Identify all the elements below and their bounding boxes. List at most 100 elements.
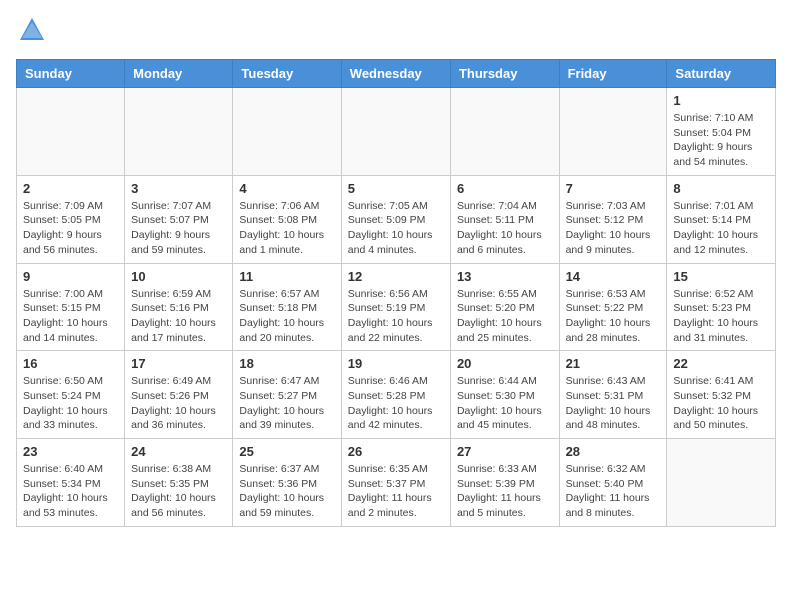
calendar-cell: [17, 88, 125, 176]
day-number: 1: [673, 93, 769, 108]
calendar-header-sunday: Sunday: [17, 60, 125, 88]
calendar-cell: 28 Sunrise: 6:32 AM Sunset: 5:40 PM Dayli…: [559, 439, 667, 527]
calendar-table: SundayMondayTuesdayWednesdayThursdayFrid…: [16, 59, 776, 527]
calendar-cell: 2Sunrise: 7:09 AM Sunset: 5:05 PM Daylig…: [17, 175, 125, 263]
day-number: 19: [348, 356, 444, 371]
calendar-week-4: 16 Sunrise: 6:50 AM Sunset: 5:24 PM Dayli…: [17, 351, 776, 439]
day-number: 15: [673, 269, 769, 284]
day-number: 21: [566, 356, 661, 371]
calendar-cell: 16 Sunrise: 6:50 AM Sunset: 5:24 PM Dayli…: [17, 351, 125, 439]
calendar-cell: 3Sunrise: 7:07 AM Sunset: 5:07 PM Daylig…: [125, 175, 233, 263]
calendar-cell: 1 Sunrise: 7:10 AM Sunset: 5:04 PM Daylig…: [667, 88, 776, 176]
day-number: 5: [348, 181, 444, 196]
day-number: 27: [457, 444, 553, 459]
calendar-cell: 8 Sunrise: 7:01 AM Sunset: 5:14 PM Daylig…: [667, 175, 776, 263]
day-number: 10: [131, 269, 226, 284]
day-number: 26: [348, 444, 444, 459]
calendar-cell: 25 Sunrise: 6:37 AM Sunset: 5:36 PM Dayli…: [233, 439, 341, 527]
day-info: Sunrise: 7:09 AM Sunset: 5:05 PM Dayligh…: [23, 199, 118, 258]
day-info: Sunrise: 6:46 AM Sunset: 5:28 PM Dayligh…: [348, 374, 444, 433]
day-number: 24: [131, 444, 226, 459]
calendar-header-thursday: Thursday: [450, 60, 559, 88]
calendar-header-saturday: Saturday: [667, 60, 776, 88]
calendar-cell: 27 Sunrise: 6:33 AM Sunset: 5:39 PM Dayli…: [450, 439, 559, 527]
calendar-cell: [125, 88, 233, 176]
calendar-cell: 23 Sunrise: 6:40 AM Sunset: 5:34 PM Dayli…: [17, 439, 125, 527]
day-info: Sunrise: 7:06 AM Sunset: 5:08 PM Dayligh…: [239, 199, 334, 258]
calendar-cell: 9Sunrise: 7:00 AM Sunset: 5:15 PM Daylig…: [17, 263, 125, 351]
calendar-cell: [341, 88, 450, 176]
day-info: Sunrise: 7:05 AM Sunset: 5:09 PM Dayligh…: [348, 199, 444, 258]
logo: [16, 16, 46, 49]
calendar-cell: 26 Sunrise: 6:35 AM Sunset: 5:37 PM Dayli…: [341, 439, 450, 527]
calendar-cell: [559, 88, 667, 176]
day-info: Sunrise: 6:44 AM Sunset: 5:30 PM Dayligh…: [457, 374, 553, 433]
calendar-cell: 7Sunrise: 7:03 AM Sunset: 5:12 PM Daylig…: [559, 175, 667, 263]
day-number: 16: [23, 356, 118, 371]
day-info: Sunrise: 7:07 AM Sunset: 5:07 PM Dayligh…: [131, 199, 226, 258]
calendar-header-friday: Friday: [559, 60, 667, 88]
day-info: Sunrise: 6:32 AM Sunset: 5:40 PM Dayligh…: [566, 462, 661, 521]
day-info: Sunrise: 6:33 AM Sunset: 5:39 PM Dayligh…: [457, 462, 553, 521]
calendar-cell: [667, 439, 776, 527]
calendar-header-monday: Monday: [125, 60, 233, 88]
calendar-header-wednesday: Wednesday: [341, 60, 450, 88]
day-number: 12: [348, 269, 444, 284]
day-number: 8: [673, 181, 769, 196]
day-number: 6: [457, 181, 553, 196]
calendar-header-row: SundayMondayTuesdayWednesdayThursdayFrid…: [17, 60, 776, 88]
calendar-cell: 6 Sunrise: 7:04 AM Sunset: 5:11 PM Daylig…: [450, 175, 559, 263]
calendar-cell: 4 Sunrise: 7:06 AM Sunset: 5:08 PM Daylig…: [233, 175, 341, 263]
day-info: Sunrise: 7:04 AM Sunset: 5:11 PM Dayligh…: [457, 199, 553, 258]
calendar-cell: 17 Sunrise: 6:49 AM Sunset: 5:26 PM Dayli…: [125, 351, 233, 439]
day-number: 11: [239, 269, 334, 284]
day-number: 25: [239, 444, 334, 459]
day-number: 22: [673, 356, 769, 371]
day-number: 18: [239, 356, 334, 371]
calendar-cell: 14 Sunrise: 6:53 AM Sunset: 5:22 PM Dayli…: [559, 263, 667, 351]
day-info: Sunrise: 6:43 AM Sunset: 5:31 PM Dayligh…: [566, 374, 661, 433]
calendar-cell: 22 Sunrise: 6:41 AM Sunset: 5:32 PM Dayli…: [667, 351, 776, 439]
day-info: Sunrise: 6:47 AM Sunset: 5:27 PM Dayligh…: [239, 374, 334, 433]
calendar-cell: 11 Sunrise: 6:57 AM Sunset: 5:18 PM Dayli…: [233, 263, 341, 351]
day-info: Sunrise: 7:03 AM Sunset: 5:12 PM Dayligh…: [566, 199, 661, 258]
calendar-cell: 13 Sunrise: 6:55 AM Sunset: 5:20 PM Dayli…: [450, 263, 559, 351]
page-header: [16, 16, 776, 49]
calendar-week-5: 23 Sunrise: 6:40 AM Sunset: 5:34 PM Dayli…: [17, 439, 776, 527]
day-info: Sunrise: 6:50 AM Sunset: 5:24 PM Dayligh…: [23, 374, 118, 433]
calendar-cell: 12Sunrise: 6:56 AM Sunset: 5:19 PM Dayli…: [341, 263, 450, 351]
day-info: Sunrise: 7:00 AM Sunset: 5:15 PM Dayligh…: [23, 287, 118, 346]
calendar-cell: 24 Sunrise: 6:38 AM Sunset: 5:35 PM Dayli…: [125, 439, 233, 527]
logo-text: [16, 16, 46, 49]
calendar-week-2: 2Sunrise: 7:09 AM Sunset: 5:05 PM Daylig…: [17, 175, 776, 263]
calendar-cell: [233, 88, 341, 176]
calendar-cell: 19 Sunrise: 6:46 AM Sunset: 5:28 PM Dayli…: [341, 351, 450, 439]
calendar-cell: 10 Sunrise: 6:59 AM Sunset: 5:16 PM Dayli…: [125, 263, 233, 351]
calendar-cell: [450, 88, 559, 176]
calendar-week-1: 1 Sunrise: 7:10 AM Sunset: 5:04 PM Daylig…: [17, 88, 776, 176]
calendar-cell: 15 Sunrise: 6:52 AM Sunset: 5:23 PM Dayli…: [667, 263, 776, 351]
day-info: Sunrise: 6:57 AM Sunset: 5:18 PM Dayligh…: [239, 287, 334, 346]
day-number: 17: [131, 356, 226, 371]
day-info: Sunrise: 6:49 AM Sunset: 5:26 PM Dayligh…: [131, 374, 226, 433]
day-info: Sunrise: 6:37 AM Sunset: 5:36 PM Dayligh…: [239, 462, 334, 521]
day-info: Sunrise: 7:10 AM Sunset: 5:04 PM Dayligh…: [673, 111, 769, 170]
day-info: Sunrise: 7:01 AM Sunset: 5:14 PM Dayligh…: [673, 199, 769, 258]
day-info: Sunrise: 6:59 AM Sunset: 5:16 PM Dayligh…: [131, 287, 226, 346]
day-info: Sunrise: 6:40 AM Sunset: 5:34 PM Dayligh…: [23, 462, 118, 521]
calendar-week-3: 9Sunrise: 7:00 AM Sunset: 5:15 PM Daylig…: [17, 263, 776, 351]
day-number: 28: [566, 444, 661, 459]
day-number: 13: [457, 269, 553, 284]
day-number: 23: [23, 444, 118, 459]
day-number: 4: [239, 181, 334, 196]
day-info: Sunrise: 6:35 AM Sunset: 5:37 PM Dayligh…: [348, 462, 444, 521]
day-info: Sunrise: 6:55 AM Sunset: 5:20 PM Dayligh…: [457, 287, 553, 346]
day-info: Sunrise: 6:38 AM Sunset: 5:35 PM Dayligh…: [131, 462, 226, 521]
calendar-cell: 20Sunrise: 6:44 AM Sunset: 5:30 PM Dayli…: [450, 351, 559, 439]
day-info: Sunrise: 6:53 AM Sunset: 5:22 PM Dayligh…: [566, 287, 661, 346]
calendar-cell: 18 Sunrise: 6:47 AM Sunset: 5:27 PM Dayli…: [233, 351, 341, 439]
day-info: Sunrise: 6:41 AM Sunset: 5:32 PM Dayligh…: [673, 374, 769, 433]
day-number: 14: [566, 269, 661, 284]
day-info: Sunrise: 6:52 AM Sunset: 5:23 PM Dayligh…: [673, 287, 769, 346]
logo-icon: [18, 16, 46, 44]
